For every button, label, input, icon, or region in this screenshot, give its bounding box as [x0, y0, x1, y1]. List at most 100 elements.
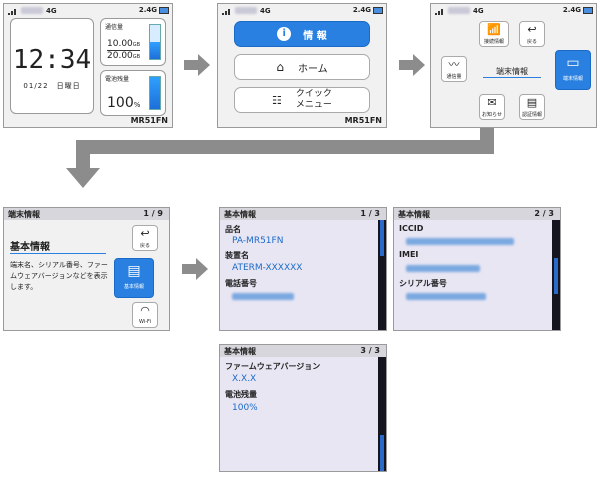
wifi-band: 2.4G: [138, 6, 157, 14]
screen-header: 端末情報 1 / 9: [4, 208, 169, 220]
signal-icon: [8, 9, 16, 15]
menu-item-label: ホーム: [297, 63, 328, 75]
screen-header: 基本情報 2 / 3: [394, 208, 560, 220]
iccid-value-redacted: [406, 238, 514, 245]
scrollbar[interactable]: [378, 220, 386, 330]
screen-header: 基本情報 1 / 3: [220, 208, 386, 220]
document-icon: ▤: [127, 263, 141, 279]
serial-value-redacted: [406, 293, 486, 300]
network-type: 4G: [260, 7, 271, 15]
back-icon: ↩: [140, 227, 150, 240]
back-icon: ↩: [527, 23, 537, 36]
info-menu-center-title: 端末情報: [483, 66, 541, 78]
menu-screen: 4G 2.4G i 情 報 ⌂ ホーム ☷ クイック メニュー MR51FN: [217, 3, 387, 128]
menu-item-quick-menu[interactable]: ☷ クイック メニュー: [234, 87, 370, 113]
page-indicator: 1 / 9: [143, 209, 163, 218]
battery-icon: [159, 7, 169, 14]
antenna-icon: 📶: [487, 23, 501, 36]
data-limit-value: 20.00GB: [107, 50, 141, 61]
data-usage-bar: [149, 24, 161, 60]
certificate-icon: ▤: [526, 96, 538, 109]
carrier-name-redacted: [235, 7, 257, 14]
info-menu-screen: 4G 2.4G 📶 接続情報 ↩ 戻る 〰 通信量 端末情報 ▭ 端末情報 ✉ …: [430, 3, 597, 128]
next-arrow-icon: [182, 258, 208, 280]
tile-device-info[interactable]: ▭ 端末情報: [555, 50, 591, 90]
model-label: MR51FN: [344, 116, 382, 125]
down-arrow-icon: [66, 168, 100, 188]
home-icon: ⌂: [276, 60, 284, 74]
screen-header: 基本情報 3 / 3: [220, 345, 386, 357]
data-used-value: 10.00GB: [107, 39, 141, 49]
imei-value-redacted: [406, 265, 480, 272]
info-panel: 品名 PA-MR51FN 装置名 ATERM-XXXXXX 電話番号: [220, 220, 378, 330]
menu-item-label: 情 報: [303, 30, 327, 42]
device-icon: ▭: [566, 55, 580, 71]
carrier-name-redacted: [448, 7, 470, 14]
status-bar: 4G 2.4G: [431, 4, 596, 18]
clock-date: 01/22 日曜日: [23, 82, 81, 90]
battery-value: 100%: [232, 403, 258, 413]
flow-connector: [76, 140, 494, 154]
tile-notice[interactable]: ✉ お知らせ: [479, 94, 505, 120]
battery-bar: [149, 76, 161, 110]
firmware-label: ファームウェアバージョン: [225, 362, 321, 371]
page-indicator: 2 / 3: [534, 209, 554, 218]
menu-item-home[interactable]: ⌂ ホーム: [234, 54, 370, 80]
wifi-icon: ◠: [140, 304, 150, 317]
tile-connection-info[interactable]: 📶 接続情報: [479, 21, 509, 47]
menu-item-label-line1: クイック: [295, 89, 332, 99]
mail-icon: ✉: [487, 96, 497, 109]
wifi-button[interactable]: ◠ Wi-Fi: [132, 302, 158, 328]
list-icon: ☷: [272, 93, 282, 107]
scrollbar[interactable]: [552, 220, 560, 330]
info-panel: ファームウェアバージョン X.X.X 電池残量 100%: [220, 357, 378, 471]
iccid-label: ICCID: [399, 224, 424, 233]
signal-icon: [435, 9, 443, 15]
phone-value-redacted: [232, 293, 294, 300]
phone-label: 電話番号: [225, 279, 257, 288]
tile-certification[interactable]: ▤ 認証情報: [519, 94, 545, 120]
battery-label: 電池残量: [105, 76, 130, 83]
menu-item-label-line2: メニュー: [295, 100, 332, 110]
basic-info-page3: 基本情報 3 / 3 ファームウェアバージョン X.X.X 電池残量 100%: [219, 344, 387, 472]
data-usage-label: 通信量: [105, 24, 124, 31]
network-type: 4G: [46, 7, 57, 15]
clock-panel: 12:34 01/22 日曜日: [10, 18, 94, 114]
page-indicator: 3 / 3: [360, 346, 380, 355]
battery-label: 電池残量: [225, 390, 257, 399]
home-screen: 4G 2.4G 12:34 01/22 日曜日 通信量 10.00GB 20.0…: [3, 3, 173, 128]
battery-icon: [583, 7, 593, 14]
section-title: 基本情報: [10, 238, 106, 254]
back-button[interactable]: ↩ 戻る: [132, 225, 158, 251]
battery-gauge[interactable]: 電池残量 100%: [100, 70, 166, 116]
flow-connector: [76, 140, 90, 170]
network-type: 4G: [473, 7, 484, 15]
basic-info-button[interactable]: ▤ 基本情報: [114, 258, 154, 298]
info-icon: i: [277, 27, 292, 41]
info-panel: ICCID IMEI シリアル番号: [394, 220, 552, 330]
serial-label: シリアル番号: [399, 279, 447, 288]
page-indicator: 1 / 3: [360, 209, 380, 218]
device-info-screen: 端末情報 1 / 9 基本情報 端末名、シリアル番号、ファームウェアバージョンなど…: [3, 207, 170, 331]
battery-icon: [373, 7, 383, 14]
next-arrow-icon: [399, 54, 425, 76]
scrollbar[interactable]: [378, 357, 386, 471]
data-usage-gauge[interactable]: 通信量 10.00GB 20.00GB: [100, 18, 166, 66]
section-description: 端末名、シリアル番号、ファームウェアバージョンなどを表示します。: [10, 261, 108, 291]
menu-item-info[interactable]: i 情 報: [234, 21, 370, 47]
tile-back[interactable]: ↩ 戻る: [519, 21, 545, 47]
clock-time: 12:34: [12, 45, 92, 75]
basic-info-page1: 基本情報 1 / 3 品名 PA-MR51FN 装置名 ATERM-XXXXXX …: [219, 207, 387, 331]
imei-label: IMEI: [399, 250, 419, 259]
status-bar: 4G 2.4G: [218, 4, 386, 18]
wifi-band: 2.4G: [562, 6, 581, 14]
signal-icon: [222, 9, 230, 15]
wifi-band: 2.4G: [352, 6, 371, 14]
device-name-label: 装置名: [225, 251, 249, 260]
graph-icon: 〰: [448, 58, 460, 71]
model-label: MR51FN: [130, 116, 168, 125]
status-bar: 4G 2.4G: [4, 4, 172, 18]
device-name-value: ATERM-XXXXXX: [232, 263, 303, 273]
tile-traffic[interactable]: 〰 通信量: [441, 56, 467, 82]
carrier-name-redacted: [21, 7, 43, 14]
